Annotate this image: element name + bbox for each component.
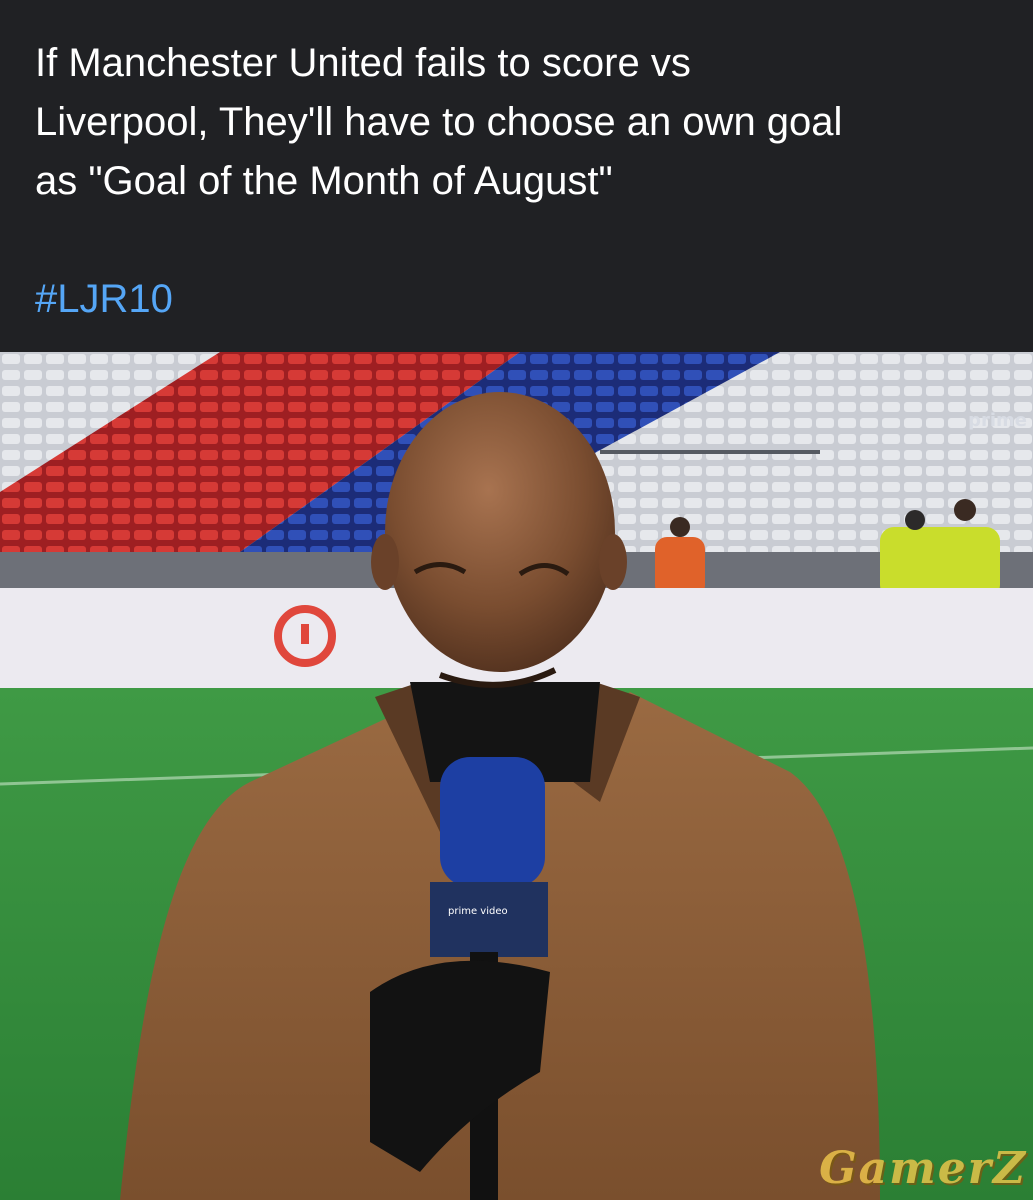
hashtag-link[interactable]: #LJR10 (35, 270, 173, 329)
broadcaster-logo: prime (968, 410, 1027, 431)
mic-flag-brand: prime video (448, 906, 508, 917)
stadium-scene-illustration: prime video (0, 352, 1033, 1200)
watermark-logo: GamerZ (819, 1143, 1027, 1194)
ear (599, 534, 627, 590)
microphone-icon (440, 757, 545, 887)
steward-head (905, 510, 925, 530)
presenter-head (385, 392, 615, 672)
ear (371, 534, 399, 590)
sponsor-logo-icon (301, 624, 309, 644)
post-caption: If Manchester United fails to score vs L… (35, 34, 995, 211)
caption-line: Liverpool, They'll have to choose an own… (35, 100, 843, 144)
post-photo: prime video prime GamerZ (0, 352, 1033, 1200)
caption-line: If Manchester United fails to score vs (35, 41, 691, 85)
post-header: If Manchester United fails to score vs L… (0, 0, 1033, 352)
caption-line: as "Goal of the Month of August" (35, 159, 613, 203)
microphone-flag (430, 882, 548, 957)
steward-head (670, 517, 690, 537)
steward-head (954, 499, 976, 521)
meme-post: If Manchester United fails to score vs L… (0, 0, 1033, 1200)
